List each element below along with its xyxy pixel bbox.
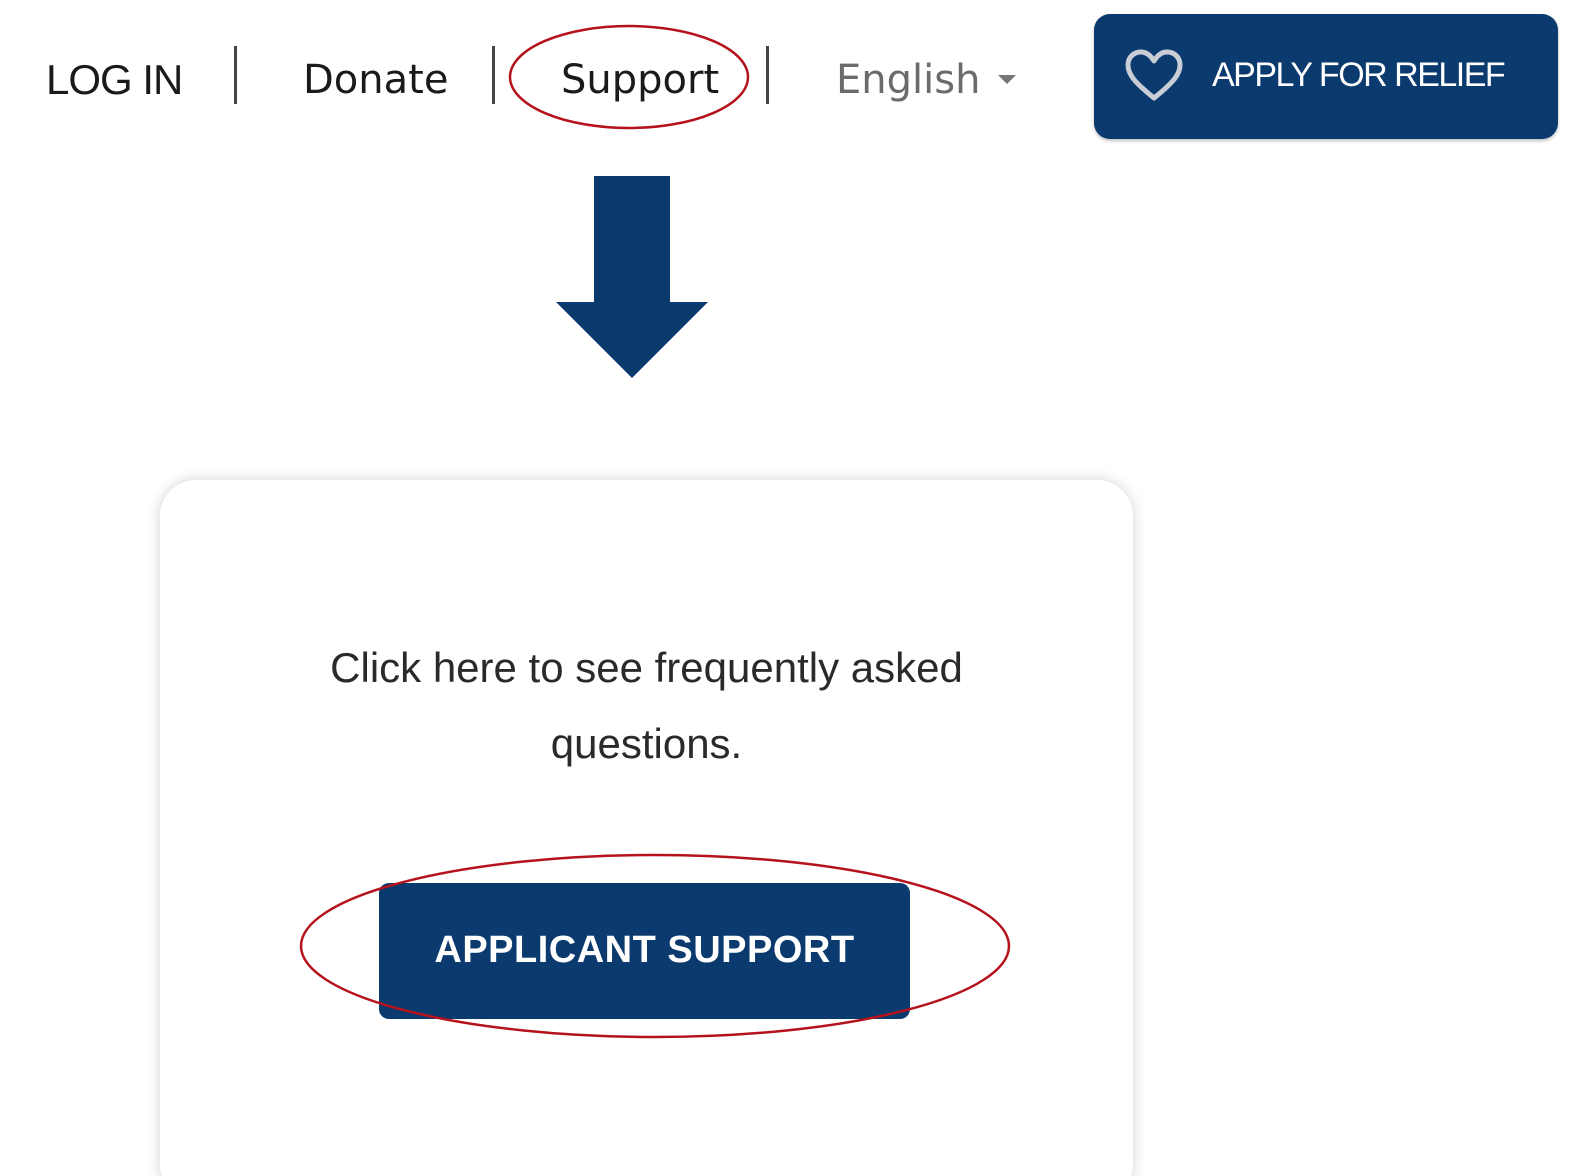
language-label: English: [836, 57, 981, 103]
applicant-support-button[interactable]: APPLICANT SUPPORT: [379, 883, 910, 1019]
language-select[interactable]: English: [836, 50, 1017, 110]
faq-text[interactable]: Click here to see frequently asked questi…: [160, 630, 1133, 782]
nav-divider: [492, 46, 495, 104]
faq-text-line: questions.: [550, 720, 743, 767]
apply-for-relief-button[interactable]: APPLY FOR RELIEF: [1094, 14, 1558, 139]
page: LOG IN Donate Support English APPLY FOR …: [0, 0, 1593, 1176]
caret-down-icon: [998, 74, 1017, 84]
faq-text-line: Click here to see frequently asked: [330, 644, 963, 691]
down-arrow-icon: [556, 176, 708, 378]
support-card: Click here to see frequently asked questi…: [160, 480, 1133, 1176]
donate-link[interactable]: Donate: [303, 50, 448, 110]
login-link[interactable]: LOG IN: [46, 50, 183, 110]
support-link[interactable]: Support: [561, 50, 719, 110]
heart-icon: [1125, 49, 1183, 101]
apply-for-relief-label: APPLY FOR RELIEF: [1212, 56, 1506, 94]
faq-text-label: Click here to see frequently asked questi…: [330, 644, 963, 767]
nav-divider: [234, 46, 237, 104]
nav-divider: [766, 46, 769, 104]
